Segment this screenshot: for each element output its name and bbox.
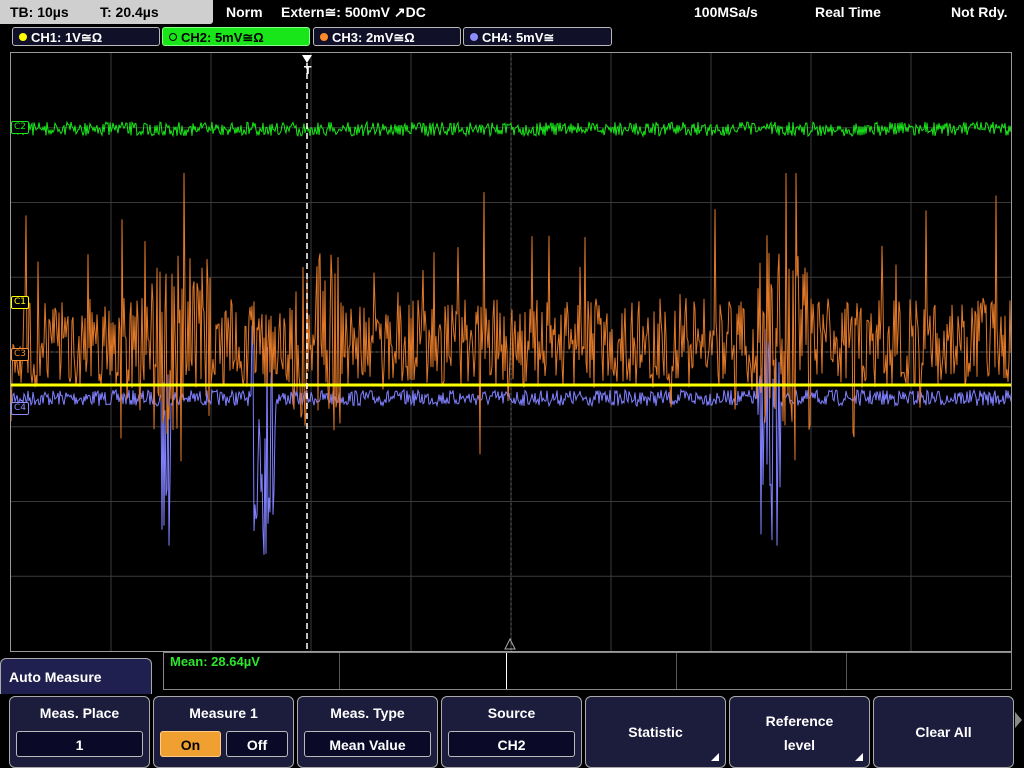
meas-type-value[interactable]: Mean Value — [304, 731, 431, 757]
ch3-label: CH3: 2mV≅Ω — [332, 30, 415, 45]
trigger-source-label[interactable]: Extern≅: 500mV ↗DC — [281, 0, 426, 24]
trigger-mode-label[interactable]: Norm — [226, 0, 263, 24]
divider — [846, 653, 847, 689]
ch4-label: CH4: 5mV≅ — [482, 30, 555, 45]
measure1-softkey[interactable]: Measure 1 On Off — [153, 696, 294, 768]
menu-scroll-icon[interactable] — [1015, 712, 1022, 728]
meas-place-title: Meas. Place — [39, 705, 120, 721]
submenu-arrow-icon — [711, 753, 719, 761]
reference-level-title-line2: level — [783, 737, 816, 753]
acquisition-mode-label: Real Time — [815, 4, 881, 20]
clear-all-title: Clear All — [915, 724, 972, 740]
reference-level-softkey[interactable]: Reference level — [729, 696, 870, 768]
waveform-canvas — [11, 53, 1011, 651]
channel-tab-ch2[interactable]: CH2: 5mV≅Ω — [162, 27, 310, 46]
submenu-arrow-icon — [855, 753, 863, 761]
divider — [676, 653, 677, 689]
sample-rate-label: 100MSa/s — [694, 4, 758, 20]
reference-level-title-line1: Reference — [765, 713, 834, 729]
measure1-title: Measure 1 — [189, 705, 258, 721]
meas-type-softkey[interactable]: Meas. Type Mean Value — [297, 696, 438, 768]
status-bar: TB: 10µs T: 20.4µs Norm Extern≅: 500mV ↗… — [0, 0, 1024, 25]
trigger-label: T — [304, 64, 312, 77]
ch3-ground-marker[interactable]: C3 — [11, 348, 30, 361]
statistic-title: Statistic — [628, 724, 683, 740]
ch2-dot-icon — [169, 33, 177, 41]
ch1-label: CH1: 1V≅Ω — [31, 30, 103, 45]
meas-place-value[interactable]: 1 — [16, 731, 143, 757]
clear-all-softkey[interactable]: Clear All — [873, 696, 1014, 768]
trigger-time-label: T: 20.4µs — [100, 4, 159, 20]
source-softkey[interactable]: Source CH2 — [441, 696, 582, 768]
ch4-ground-marker[interactable]: C4 — [11, 402, 30, 415]
ch3-dot-icon — [320, 33, 328, 41]
statistic-softkey[interactable]: Statistic — [585, 696, 726, 768]
meas-place-softkey[interactable]: Meas. Place 1 — [9, 696, 150, 768]
ch1-ground-marker[interactable]: C1 — [11, 296, 30, 309]
ch1-dot-icon — [19, 33, 27, 41]
waveform-display[interactable]: T C2 C1 C3 C4 — [10, 52, 1012, 652]
measurement-bar: Mean: 28.64µV — [163, 652, 1012, 690]
horizontal-position-icon — [504, 637, 516, 650]
mean-measurement-value: Mean: 28.64µV — [170, 654, 260, 669]
source-value[interactable]: CH2 — [448, 731, 575, 757]
timebase-box[interactable]: TB: 10µs T: 20.4µs — [0, 0, 213, 24]
channel-tab-ch4[interactable]: CH4: 5mV≅ — [463, 27, 612, 46]
timebase-label: TB: 10µs — [10, 4, 69, 20]
ch4-dot-icon — [470, 33, 478, 41]
measure1-off-button[interactable]: Off — [226, 731, 288, 757]
divider — [339, 653, 340, 689]
ch2-ground-marker[interactable]: C2 — [11, 121, 30, 134]
ready-state-label: Not Rdy. — [951, 4, 1008, 20]
channel-tab-ch1[interactable]: CH1: 1V≅Ω — [12, 27, 160, 46]
ch2-label: CH2: 5mV≅Ω — [181, 30, 264, 45]
measure1-on-button[interactable]: On — [160, 731, 221, 757]
menu-title: Auto Measure — [0, 658, 152, 694]
meas-type-title: Meas. Type — [330, 705, 405, 721]
channel-tab-ch3[interactable]: CH3: 2mV≅Ω — [313, 27, 461, 46]
source-title: Source — [487, 705, 536, 721]
divider — [506, 653, 507, 689]
